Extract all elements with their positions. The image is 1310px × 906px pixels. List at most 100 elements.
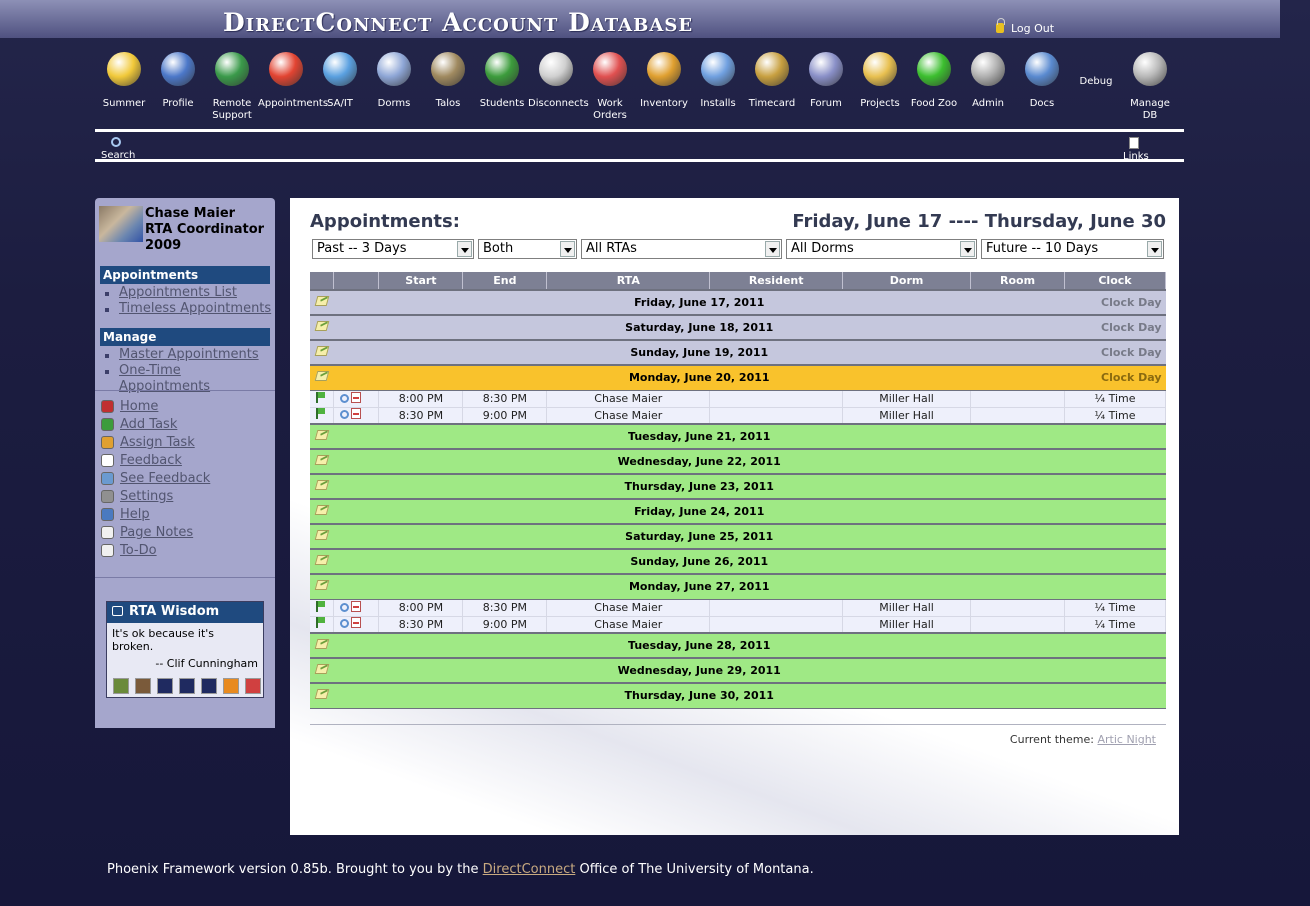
- actions-cell: [333, 390, 380, 408]
- clock-day-link[interactable]: Clock Day: [1064, 364, 1166, 391]
- add-appointment-button[interactable]: [310, 523, 334, 550]
- next-arrow-icon[interactable]: [179, 678, 195, 694]
- flag-icon[interactable]: [316, 617, 325, 629]
- column-header-resident[interactable]: Resident: [709, 272, 844, 290]
- nav-item-dorms[interactable]: Dorms: [366, 52, 422, 110]
- logout-link[interactable]: Log Out: [996, 18, 1054, 35]
- sidebar-item-home[interactable]: Home: [101, 398, 210, 416]
- rta-select[interactable]: All RTAs: [581, 239, 782, 259]
- nav-item-manage-db[interactable]: Manage DB: [1122, 52, 1178, 122]
- nav-item-work-orders[interactable]: Work Orders: [582, 52, 638, 122]
- add-appointment-button[interactable]: [310, 339, 334, 366]
- nav-item-admin[interactable]: Admin: [960, 52, 1016, 110]
- previous-arrow-icon[interactable]: [157, 678, 173, 694]
- add-appointment-button[interactable]: [310, 498, 334, 525]
- cell-resident: [709, 407, 844, 425]
- flag-icon[interactable]: [316, 408, 325, 420]
- sidebar-item-page-notes[interactable]: Page Notes: [101, 524, 210, 542]
- column-header-rta[interactable]: RTA: [546, 272, 711, 290]
- nav-item-disconnects[interactable]: Disconnects: [528, 52, 589, 110]
- nav-item-timecard[interactable]: Timecard: [744, 52, 800, 110]
- nav-item-summer[interactable]: Summer: [96, 52, 152, 110]
- column-header-clock[interactable]: Clock: [1064, 272, 1167, 290]
- delete-icon[interactable]: [245, 678, 261, 694]
- view-icon[interactable]: [340, 393, 350, 403]
- flag-icon[interactable]: [316, 600, 325, 612]
- sidebar-item-feedback[interactable]: Feedback: [101, 452, 210, 470]
- dorm-select[interactable]: All Dorms: [786, 239, 977, 259]
- add-appointment-button[interactable]: [310, 548, 334, 575]
- day-label: Sunday, June 26, 2011: [333, 548, 1065, 575]
- add-icon[interactable]: [223, 678, 239, 694]
- nav-item-projects[interactable]: Projects: [852, 52, 908, 110]
- cell-clock[interactable]: ¼ Time: [1064, 599, 1167, 617]
- sidebar-item-assign-task[interactable]: Assign Task: [101, 434, 210, 452]
- status-cell: [310, 599, 335, 617]
- nav-item-profile[interactable]: Profile: [150, 52, 206, 110]
- cell-clock[interactable]: ¼ Time: [1064, 390, 1167, 408]
- sidebar-item-timeless-appointments[interactable]: Timeless Appointments: [103, 301, 271, 317]
- column-header-start[interactable]: Start: [378, 272, 464, 290]
- column-header-room[interactable]: Room: [970, 272, 1065, 290]
- view-icon[interactable]: [340, 410, 350, 420]
- thumbs-up-icon[interactable]: [113, 678, 129, 694]
- clock-day-link[interactable]: Clock Day: [1064, 339, 1166, 366]
- add-appointment-button[interactable]: [310, 314, 334, 341]
- sidebar-item-settings[interactable]: Settings: [101, 488, 210, 506]
- add-appointment-button[interactable]: [310, 364, 334, 391]
- sidebar-item-label: Add Task: [120, 417, 178, 432]
- clock-day-link[interactable]: Clock Day: [1064, 289, 1166, 316]
- delete-icon[interactable]: [351, 617, 362, 629]
- type-select[interactable]: Both: [478, 239, 577, 259]
- help-icon[interactable]: [201, 678, 217, 694]
- view-icon[interactable]: [340, 619, 350, 629]
- add-appointment-button[interactable]: [310, 473, 334, 500]
- nav-item-forum[interactable]: Forum: [798, 52, 854, 110]
- past-range-select[interactable]: Past -- 3 Days: [312, 239, 474, 259]
- add-appointment-button[interactable]: [310, 682, 334, 709]
- sidebar-item-appointments-list[interactable]: Appointments List: [103, 285, 271, 301]
- future-range-select[interactable]: Future -- 10 Days: [981, 239, 1164, 259]
- column-header-end[interactable]: End: [462, 272, 548, 290]
- links-button[interactable]: Links: [1123, 137, 1149, 159]
- nav-item-food-zoo[interactable]: Food Zoo: [906, 52, 962, 110]
- nav-item-sa-it[interactable]: SA/IT: [312, 52, 368, 110]
- day-label: Sunday, June 19, 2011: [333, 339, 1065, 366]
- nav-item-debug[interactable]: Debug: [1068, 52, 1124, 88]
- nav-item-appointments[interactable]: Appointments: [258, 52, 328, 110]
- nav-item-docs[interactable]: Docs: [1014, 52, 1070, 110]
- nav-item-inventory[interactable]: Inventory: [636, 52, 692, 110]
- sidebar-item-add-task[interactable]: Add Task: [101, 416, 210, 434]
- cell-rta: Chase Maier: [546, 390, 711, 408]
- delete-icon[interactable]: [351, 600, 362, 612]
- clock-day-link: [1064, 548, 1166, 575]
- cell-clock[interactable]: ¼ Time: [1064, 616, 1167, 634]
- add-appointment-button[interactable]: [310, 657, 334, 684]
- directconnect-link[interactable]: DirectConnect: [483, 862, 576, 877]
- nav-item-installs[interactable]: Installs: [690, 52, 746, 110]
- theme-link[interactable]: Artic Night: [1097, 733, 1156, 746]
- view-icon[interactable]: [340, 602, 350, 612]
- add-appointment-button[interactable]: [310, 573, 334, 600]
- sidebar-item-help[interactable]: Help: [101, 506, 210, 524]
- add-appointment-button[interactable]: [310, 448, 334, 475]
- clock-day-link[interactable]: Clock Day: [1064, 314, 1166, 341]
- sidebar-item-see-feedback[interactable]: See Feedback: [101, 470, 210, 488]
- add-appointment-button[interactable]: [310, 632, 334, 659]
- column-header-dorm[interactable]: Dorm: [842, 272, 972, 290]
- nav-item-remote-support[interactable]: Remote Support: [204, 52, 260, 122]
- day-row: Friday, June 24, 2011: [310, 498, 1166, 525]
- nav-item-students[interactable]: Students: [474, 52, 530, 110]
- delete-icon[interactable]: [351, 391, 362, 403]
- delete-icon[interactable]: [351, 408, 362, 420]
- disconnect-icon: [539, 52, 573, 86]
- add-appointment-button[interactable]: [310, 423, 334, 450]
- sidebar-item-master-appointments[interactable]: Master Appointments: [103, 347, 275, 363]
- add-appointment-button[interactable]: [310, 289, 334, 316]
- thumbs-down-icon[interactable]: [135, 678, 151, 694]
- sidebar-item-to-do[interactable]: To-Do: [101, 542, 210, 560]
- cell-clock[interactable]: ¼ Time: [1064, 407, 1167, 425]
- nav-item-talos[interactable]: Talos: [420, 52, 476, 110]
- search-button[interactable]: Search: [101, 137, 135, 159]
- flag-icon[interactable]: [316, 391, 325, 403]
